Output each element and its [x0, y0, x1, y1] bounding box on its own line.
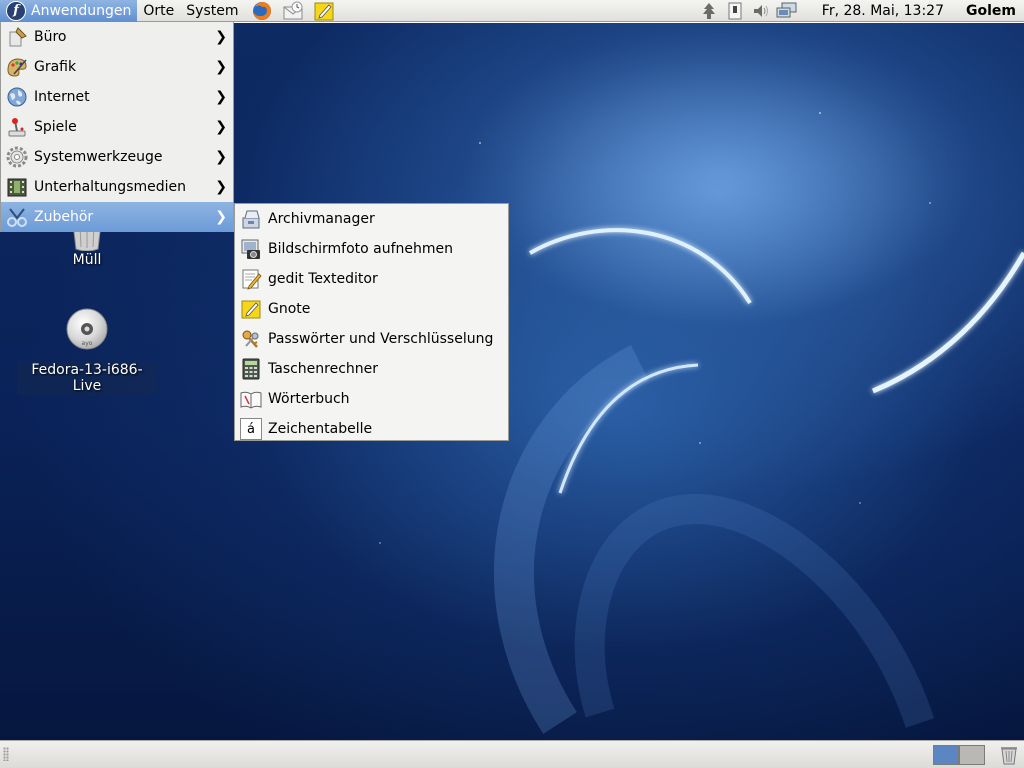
menu-applications-label: Anwendungen [31, 2, 132, 19]
calculator-icon [239, 357, 263, 381]
submenu-item-label: Passwörter und Verschlüsselung [268, 331, 494, 347]
chevron-right-icon: ❯ [215, 209, 227, 225]
system-tools-gear-icon [5, 145, 29, 169]
volume-icon [753, 4, 768, 17]
evolution-mail-icon [283, 1, 303, 19]
chevron-right-icon: ❯ [215, 59, 227, 75]
firefox-icon [252, 1, 271, 20]
internet-globe-icon [5, 85, 29, 109]
chevron-right-icon: ❯ [215, 89, 227, 105]
office-icon [5, 25, 29, 49]
update-tree-icon [702, 2, 715, 19]
text-editor-icon [239, 267, 263, 291]
chevron-right-icon: ❯ [215, 149, 227, 165]
tray-usb-device[interactable] [722, 0, 748, 22]
submenu-item-label: Zeichentabelle [268, 421, 373, 437]
panel-clock[interactable]: Fr, 28. Mai, 13:27 [800, 3, 962, 19]
network-icon [776, 2, 797, 17]
menu-item-label: Systemwerkzeuge [34, 149, 163, 165]
menu-places-label: Orte [143, 2, 175, 19]
menu-item-office[interactable]: Büro ❯ [1, 22, 233, 52]
applications-menu: Büro ❯ Grafik ❯ Internet ❯ Spiele ❯ Syst… [0, 22, 234, 232]
menu-item-label: Spiele [34, 119, 77, 135]
menu-item-system-tools[interactable]: Systemwerkzeuge ❯ [1, 142, 233, 172]
menu-item-multimedia[interactable]: Unterhaltungsmedien ❯ [1, 172, 233, 202]
workspace-1[interactable] [933, 745, 959, 765]
accessories-icon [5, 205, 29, 229]
submenu-item-text-editor[interactable]: gedit Texteditor [235, 264, 508, 294]
submenu-item-label: Wörterbuch [268, 391, 350, 407]
dictionary-icon [239, 387, 263, 411]
desktop-icon-label: Müll [72, 252, 102, 268]
panel-user-name[interactable]: Golem [962, 3, 1024, 19]
submenu-item-calculator[interactable]: Taschenrechner [235, 354, 508, 384]
menu-item-internet[interactable]: Internet ❯ [1, 82, 233, 112]
chevron-right-icon: ❯ [215, 29, 227, 45]
gnote-notes-icon [314, 2, 334, 20]
menu-item-label: Internet [34, 89, 90, 105]
panel-grip-handle[interactable] [3, 747, 9, 761]
svg-text:ayo: ayo [82, 340, 93, 347]
menu-item-label: Büro [34, 29, 67, 45]
menu-item-graphics[interactable]: Grafik ❯ [1, 52, 233, 82]
tray-volume[interactable] [748, 0, 774, 22]
submenu-item-screenshot[interactable]: Bildschirmfoto aufnehmen [235, 234, 508, 264]
games-joystick-icon [5, 115, 29, 139]
menu-item-accessories[interactable]: Zubehör ❯ [1, 202, 233, 232]
workspace-2[interactable] [959, 745, 985, 765]
submenu-item-label: Bildschirmfoto aufnehmen [268, 241, 454, 257]
gnote-icon [239, 297, 263, 321]
top-panel: f Anwendungen Orte System Fr, 28. Mai, 1… [0, 0, 1024, 22]
trash-applet[interactable] [998, 743, 1020, 767]
submenu-item-label: Gnote [268, 301, 311, 317]
accessories-submenu: Archivmanager Bildschirmfoto aufnehmen g… [234, 203, 509, 441]
menu-system[interactable]: System [180, 0, 244, 22]
multimedia-film-icon [5, 175, 29, 199]
submenu-item-archive-manager[interactable]: Archivmanager [235, 204, 508, 234]
usb-device-icon [728, 2, 742, 19]
tray-network[interactable] [774, 0, 800, 22]
bottom-panel [0, 740, 1024, 768]
launcher-firefox[interactable] [249, 0, 275, 22]
menu-item-label: Zubehör [34, 209, 94, 225]
menu-applications[interactable]: f Anwendungen [0, 0, 138, 22]
menu-places[interactable]: Orte [137, 0, 180, 22]
menu-item-label: Grafik [34, 59, 77, 75]
tray-updates[interactable] [696, 0, 722, 22]
character-map-icon: á [239, 417, 263, 441]
archive-manager-icon [239, 207, 263, 231]
screenshot-camera-icon [239, 237, 263, 261]
submenu-item-label: gedit Texteditor [268, 271, 378, 287]
desktop-icon-label: Fedora-13-i686-Live [17, 361, 157, 395]
graphics-icon [5, 55, 29, 79]
menu-system-label: System [186, 2, 239, 19]
menu-item-games[interactable]: Spiele ❯ [1, 112, 233, 142]
passwords-keys-icon [239, 327, 263, 351]
desktop-icon-fedora-live[interactable]: ayo Fedora-13-i686-Live [17, 307, 157, 395]
submenu-item-label: Archivmanager [268, 211, 375, 227]
chevron-right-icon: ❯ [215, 119, 227, 135]
submenu-item-passwords[interactable]: Passwörter und Verschlüsselung [235, 324, 508, 354]
trash-applet-icon [1001, 747, 1017, 765]
panel-right-area: Fr, 28. Mai, 13:27 Golem [696, 0, 1024, 22]
fedora-logo-icon: f [6, 0, 26, 21]
submenu-item-gnote[interactable]: Gnote [235, 294, 508, 324]
launcher-evolution-mail[interactable] [280, 0, 306, 22]
submenu-item-character-map[interactable]: á Zeichentabelle [235, 414, 508, 444]
chevron-right-icon: ❯ [215, 179, 227, 195]
menu-item-label: Unterhaltungsmedien [34, 179, 187, 195]
submenu-item-dictionary[interactable]: Wörterbuch [235, 384, 508, 414]
cd-disc-icon: ayo [66, 308, 108, 350]
submenu-item-label: Taschenrechner [268, 361, 379, 377]
launcher-gnote[interactable] [311, 0, 337, 22]
